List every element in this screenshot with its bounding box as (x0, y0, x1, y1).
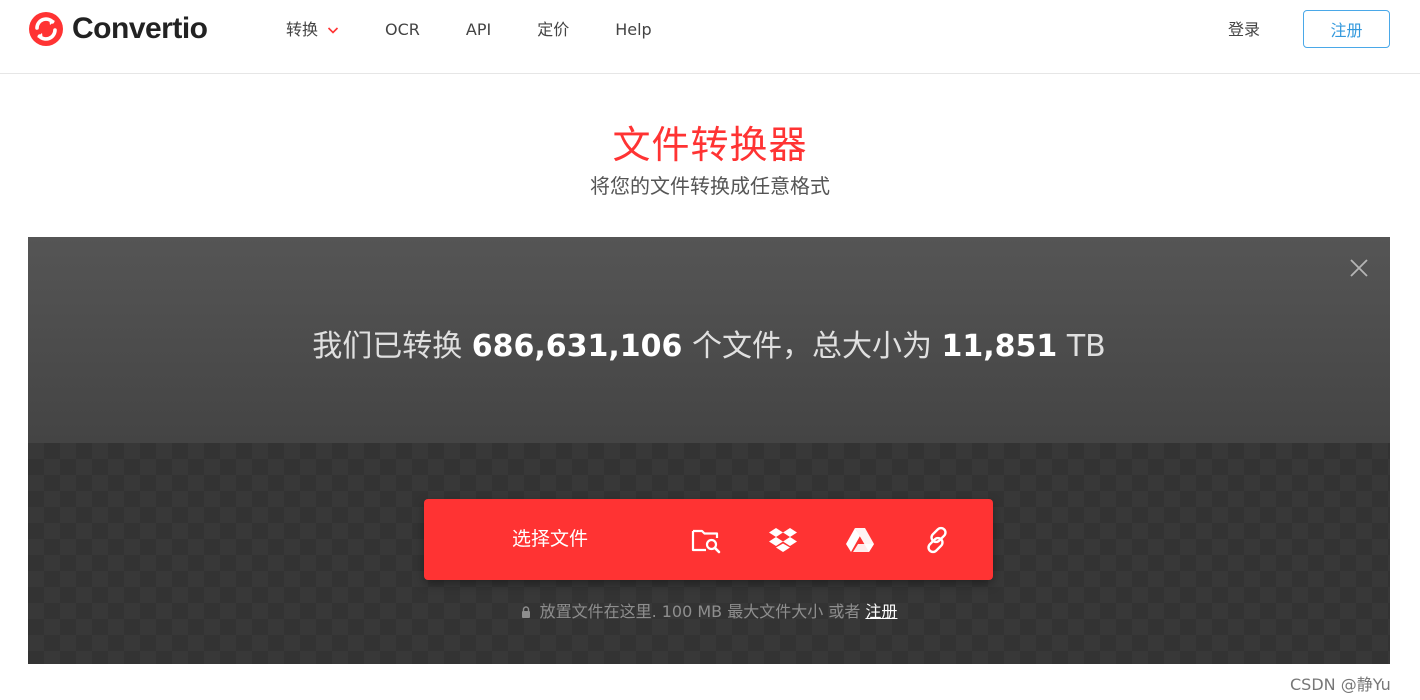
total-size: 11,851 (941, 329, 1058, 364)
drop-hint: 放置文件在这里. 100 MB 最大文件大小 或者 注册 (28, 598, 1390, 622)
choose-files-button[interactable]: 选择文件 (512, 499, 588, 580)
convertio-logo[interactable]: Convertio (28, 11, 208, 47)
conversion-stats: 我们已转换 686,631,106 个文件，总大小为 11,851 TB (28, 321, 1390, 365)
convertio-logo-icon (29, 12, 63, 46)
main-nav: 转换 OCR API 定价 Help (286, 18, 652, 42)
link-icon[interactable] (921, 524, 953, 556)
stats-middle: 个文件，总大小为 (691, 329, 932, 364)
nav-item-ocr[interactable]: OCR (385, 18, 420, 42)
files-count: 686,631,106 (471, 329, 683, 364)
size-unit: TB (1066, 329, 1106, 364)
csdn-watermark: CSDN @静Yu (1290, 675, 1391, 694)
close-icon[interactable] (1348, 257, 1370, 279)
signup-button[interactable]: 注册 (1303, 10, 1390, 48)
lock-icon (521, 606, 530, 618)
drop-hint-text: 放置文件在这里. 100 MB 最大文件大小 或者 (539, 602, 861, 621)
nav-item-label: 定价 (537, 20, 570, 39)
nav-item-api[interactable]: API (466, 18, 491, 42)
dropbox-icon[interactable] (767, 524, 799, 556)
google-drive-icon[interactable] (844, 524, 876, 556)
signup-link[interactable]: 注册 (865, 602, 897, 621)
converter-panel: 我们已转换 686,631,106 个文件，总大小为 11,851 TB 选择文… (28, 237, 1390, 664)
folder-search-icon[interactable] (690, 524, 722, 556)
nav-item-help[interactable]: Help (615, 18, 651, 42)
chevron-down-icon (327, 27, 339, 34)
top-header: Convertio 转换 OCR API 定价 Help 登录 注册 (0, 0, 1420, 74)
page-title: 文件转换器 (612, 123, 808, 167)
nav-item-label: API (465, 20, 492, 39)
nav-item-convert[interactable]: 转换 (286, 18, 339, 42)
page-subtitle: 将您的文件转换成任意格式 (590, 174, 830, 198)
nav-item-pricing[interactable]: 定价 (537, 18, 569, 42)
login-link[interactable]: 登录 (1228, 18, 1260, 42)
choose-files-bar: 选择文件 (424, 499, 993, 580)
nav-item-label: Help (615, 20, 652, 39)
nav-item-label: OCR (385, 20, 420, 39)
stats-prefix: 我们已转换 (312, 329, 463, 364)
nav-item-label: 转换 (286, 20, 319, 39)
logo-text: Convertio (72, 12, 208, 45)
